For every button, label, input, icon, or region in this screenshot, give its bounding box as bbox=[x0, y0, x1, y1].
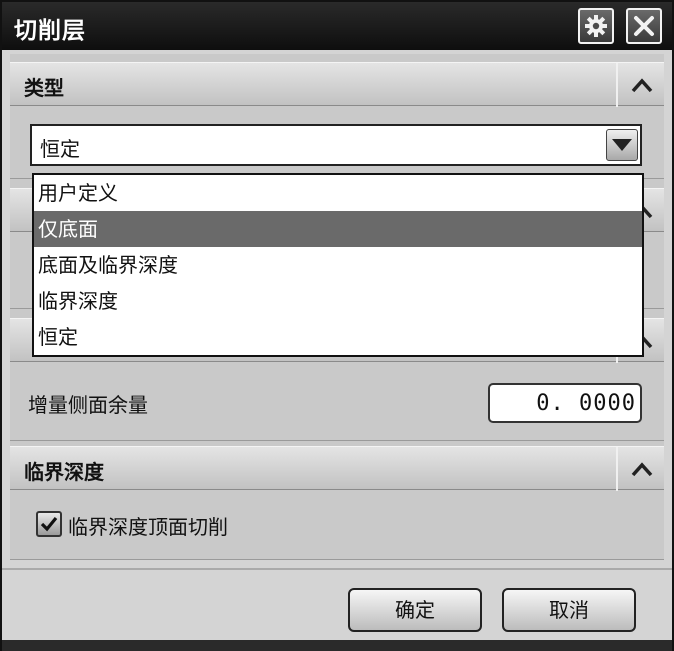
critical-depth-section-body: 临界深度顶面切削 bbox=[10, 491, 664, 560]
critical-depth-checkbox-label[interactable]: 临界深度顶面切削 bbox=[68, 511, 228, 540]
type-section-title: 类型 bbox=[24, 76, 64, 100]
type-dropdown-list: 用户定义 仅底面 底面及临界深度 临界深度 恒定 bbox=[32, 173, 644, 357]
critical-depth-section-title: 临界深度 bbox=[24, 460, 104, 484]
close-button[interactable] bbox=[626, 8, 662, 44]
close-icon bbox=[634, 16, 654, 36]
chevron-up-icon bbox=[631, 78, 653, 93]
type-section-header[interactable]: 类型 bbox=[10, 62, 664, 107]
type-select-arrow[interactable] bbox=[606, 129, 638, 161]
gear-icon bbox=[585, 15, 607, 37]
type-collapse-button[interactable] bbox=[616, 63, 664, 107]
dropdown-option-floor-only[interactable]: 仅底面 bbox=[34, 211, 642, 247]
cancel-button[interactable]: 取消 bbox=[502, 588, 636, 632]
check-icon bbox=[40, 516, 58, 532]
chevron-down-icon bbox=[612, 139, 632, 151]
settings-button[interactable] bbox=[578, 8, 614, 44]
type-select[interactable]: 恒定 bbox=[30, 124, 642, 166]
ok-button[interactable]: 确定 bbox=[348, 588, 482, 632]
dropdown-option-constant[interactable]: 恒定 bbox=[34, 319, 642, 355]
dialog-footer: 确定 取消 bbox=[2, 568, 672, 640]
critical-depth-checkbox[interactable] bbox=[36, 511, 62, 537]
cutting-layer-dialog: 切削层 类型 恒定 增量侧面余量 0. 0000 临界深度 临界深度顶面切削 用… bbox=[0, 0, 674, 651]
critical-depth-section-header[interactable]: 临界深度 bbox=[10, 446, 664, 491]
type-section-body: 恒定 bbox=[10, 107, 664, 179]
dialog-title: 切削层 bbox=[14, 18, 86, 44]
dropdown-option-floor-and-critical[interactable]: 底面及临界深度 bbox=[34, 247, 642, 283]
options-section-body: 增量侧面余量 0. 0000 bbox=[10, 363, 664, 441]
dropdown-option-user-defined[interactable]: 用户定义 bbox=[34, 175, 642, 211]
stock-input-value: 0. 0000 bbox=[536, 391, 636, 416]
dropdown-option-critical-depth[interactable]: 临界深度 bbox=[34, 283, 642, 319]
critical-depth-collapse-button[interactable] bbox=[616, 447, 664, 491]
chevron-up-icon bbox=[631, 462, 653, 477]
stock-input[interactable]: 0. 0000 bbox=[488, 383, 642, 423]
bottom-border bbox=[2, 640, 672, 651]
type-select-value: 恒定 bbox=[40, 137, 80, 161]
title-bar[interactable]: 切削层 bbox=[2, 2, 672, 50]
stock-label: 增量侧面余量 bbox=[28, 393, 148, 417]
